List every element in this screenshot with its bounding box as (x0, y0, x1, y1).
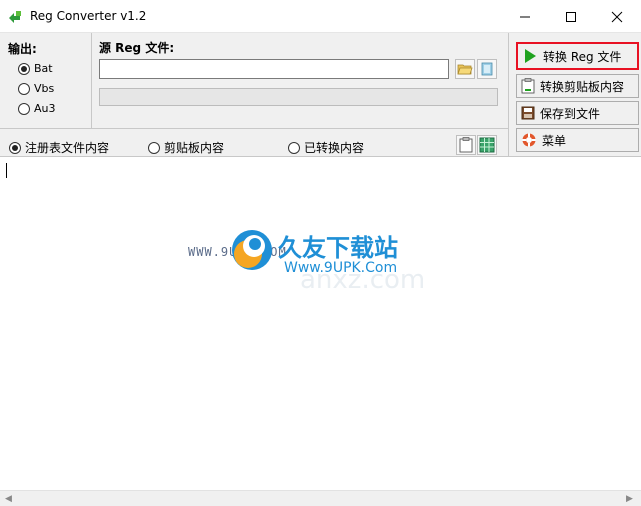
play-icon (525, 49, 536, 63)
window-title: Reg Converter v1.2 (30, 9, 147, 23)
eraser-icon (481, 62, 493, 76)
output-option-vbs[interactable]: Vbs (18, 82, 54, 95)
clipboard-convert-icon (521, 78, 535, 94)
view-option-converted[interactable]: 已转换内容 (288, 139, 364, 156)
menu-button[interactable]: 菜单 (516, 128, 639, 152)
source-label: 源 Reg 文件: (99, 41, 175, 55)
button-label: 转换 Reg 文件 (543, 49, 622, 64)
divider (508, 33, 509, 157)
output-option-bat[interactable]: Bat (18, 62, 53, 75)
button-label: 转换剪贴板内容 (540, 79, 625, 94)
radio-icon (18, 82, 30, 95)
maximize-button[interactable] (548, 0, 594, 33)
lifebuoy-icon (522, 133, 536, 147)
radio-label: Au3 (34, 102, 56, 115)
content-textarea[interactable]: WWW.9UPK.COM 久友下载站 Www.9UPK.Com anxz.com (0, 158, 641, 490)
watermark-logo (228, 226, 276, 274)
output-option-au3[interactable]: Au3 (18, 102, 56, 115)
horizontal-scrollbar[interactable]: ◀ ▶ (0, 490, 641, 506)
title-bar: Reg Converter v1.2 (0, 0, 641, 33)
save-icon (521, 106, 535, 120)
convert-reg-button[interactable]: 转换 Reg 文件 (516, 42, 639, 70)
button-label: 保存到文件 (540, 106, 601, 121)
clipboard-icon (459, 137, 473, 153)
radio-label: 已转换内容 (304, 141, 365, 155)
watermark-site-name: 久友下载站 (278, 234, 398, 262)
source-file-input[interactable] (99, 59, 449, 79)
grid-button[interactable] (477, 135, 497, 155)
scroll-left-icon[interactable]: ◀ (5, 494, 12, 504)
text-caret (6, 163, 7, 178)
browse-button[interactable] (455, 59, 475, 79)
radio-label: 剪贴板内容 (164, 141, 225, 155)
radio-icon (288, 141, 300, 154)
watermark-faint-text: anxz.com (300, 265, 426, 295)
radio-icon (18, 102, 30, 115)
minimize-icon (520, 16, 530, 17)
radio-icon (18, 62, 30, 75)
maximize-icon (566, 11, 576, 22)
control-panel: 输出: Bat Vbs Au3 源 Reg 文件: 注册表文件内容 剪贴板内容 (0, 33, 641, 157)
grid-icon (479, 137, 495, 153)
clear-button[interactable] (477, 59, 497, 79)
radio-icon (9, 141, 21, 154)
close-button[interactable] (594, 0, 640, 33)
app-icon (7, 9, 23, 25)
button-label: 菜单 (542, 133, 567, 148)
save-file-button[interactable]: 保存到文件 (516, 101, 639, 125)
divider (0, 128, 508, 129)
convert-clipboard-button[interactable]: 转换剪贴板内容 (516, 74, 639, 98)
radio-label: 注册表文件内容 (25, 141, 110, 155)
minimize-button[interactable] (502, 0, 548, 33)
radio-icon (148, 141, 160, 154)
view-option-clipboard[interactable]: 剪贴板内容 (148, 139, 224, 156)
radio-label: Bat (34, 62, 53, 75)
close-icon (611, 11, 623, 22)
scroll-right-icon[interactable]: ▶ (626, 494, 633, 504)
folder-open-icon (457, 64, 473, 75)
output-label: 输出: (8, 42, 37, 56)
view-option-reg[interactable]: 注册表文件内容 (9, 139, 109, 156)
paste-button[interactable] (456, 135, 476, 155)
progress-bar (99, 88, 498, 106)
radio-label: Vbs (34, 82, 55, 95)
divider (91, 33, 92, 128)
